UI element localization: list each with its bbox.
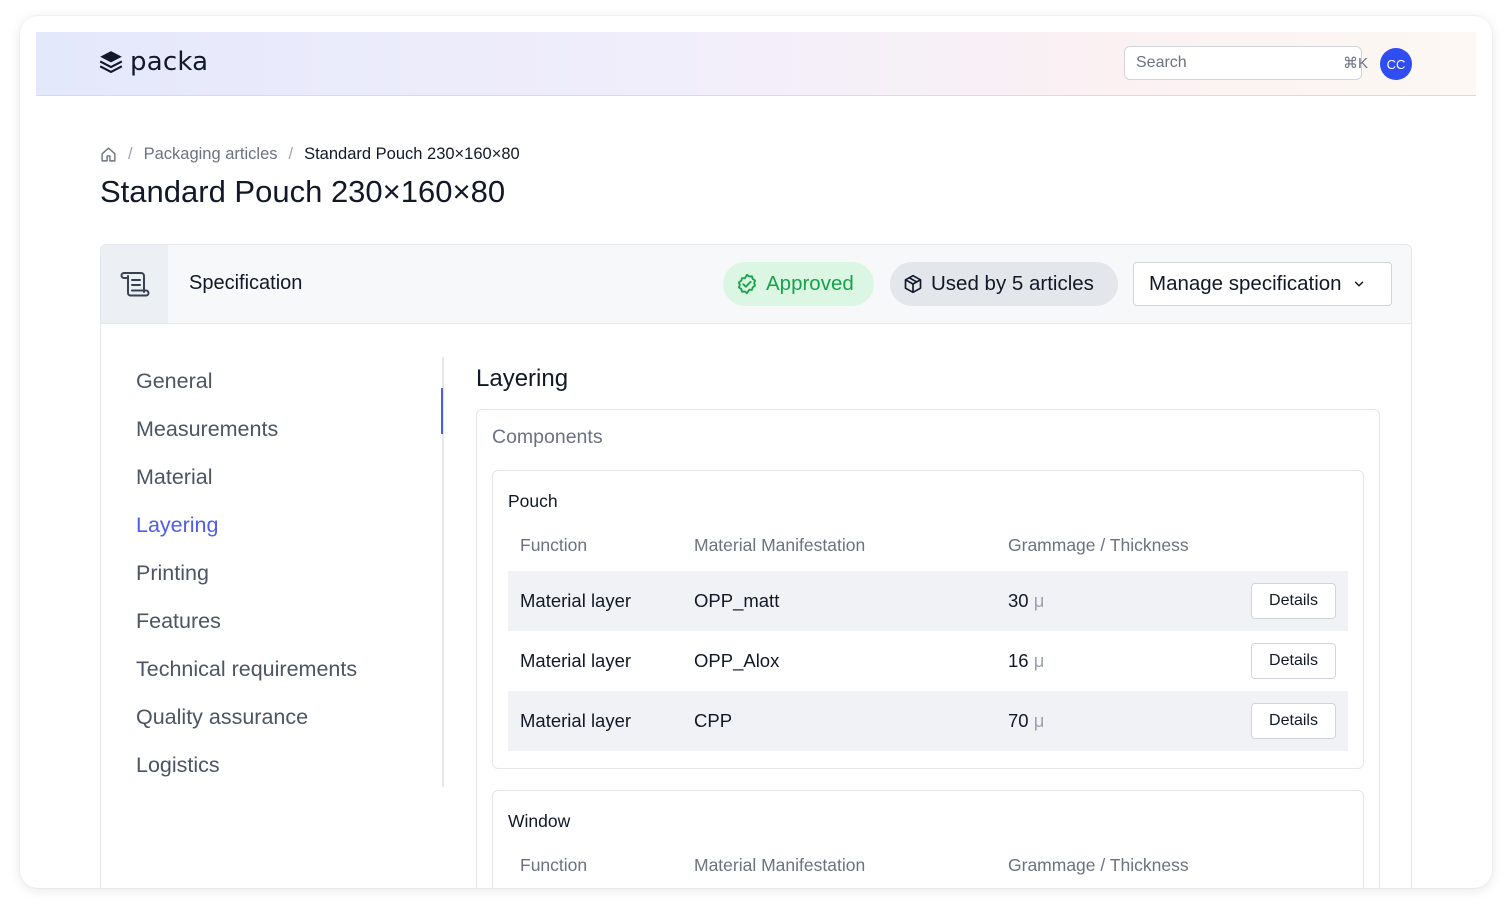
search-box[interactable]: ⌘K: [1124, 46, 1368, 80]
details-button[interactable]: Details: [1251, 583, 1336, 619]
nav-item-measurements[interactable]: Measurements: [136, 417, 278, 465]
cell-function: Material layer: [520, 710, 632, 731]
table-row: Material layer OPP_matt 30 μ Details: [508, 571, 1348, 631]
table-row: Material layer OPP_Alox 16 μ Details: [508, 631, 1348, 691]
app: packa ⌘K CC / Packaging articles / Stand…: [36, 32, 1476, 888]
grammage-unit: μ: [1033, 590, 1045, 611]
grammage-unit: μ: [1033, 710, 1045, 731]
component-group-title: Window: [508, 811, 571, 831]
stack-logo-icon: [99, 51, 123, 74]
usage-badge[interactable]: Used by 5 articles: [890, 262, 1118, 306]
nav-item-material[interactable]: Material: [136, 465, 212, 513]
cell-grammage: 30 μ: [1008, 590, 1044, 612]
breadcrumb-current: Standard Pouch 230×160×80: [304, 145, 520, 163]
usage-label: Used by 5 articles: [931, 272, 1094, 295]
nav-item-layering[interactable]: Layering: [136, 513, 218, 561]
column-header-material: Material Manifestation: [694, 855, 866, 875]
nav-item-logistics[interactable]: Logistics: [136, 753, 220, 801]
specification-title: Specification: [189, 272, 303, 294]
components-label: Components: [492, 426, 603, 448]
nav-item-quality-assurance[interactable]: Quality assurance: [136, 705, 308, 753]
brand-name: packa: [130, 47, 209, 77]
specification-header: Specification Approved Used by 5 article…: [101, 245, 1411, 324]
chevron-down-icon: [1354, 281, 1363, 287]
breadcrumb: / Packaging articles / Standard Pouch 23…: [100, 145, 520, 164]
details-button[interactable]: Details: [1251, 703, 1336, 739]
details-button[interactable]: Details: [1251, 643, 1336, 679]
nav-item-features[interactable]: Features: [136, 609, 221, 657]
status-label: Approved: [766, 272, 854, 295]
nav-item-printing[interactable]: Printing: [136, 561, 209, 609]
window-frame: packa ⌘K CC / Packaging articles / Stand…: [20, 16, 1492, 888]
breadcrumb-link-packaging-articles[interactable]: Packaging articles: [144, 145, 278, 164]
cell-material: OPP_matt: [694, 590, 780, 611]
components-panel: Components Pouch Function Material Manif…: [476, 409, 1380, 888]
search-input[interactable]: [1136, 54, 1343, 72]
grammage-unit: μ: [1033, 650, 1045, 671]
cube-icon: [904, 274, 922, 294]
cell-function: Material layer: [520, 650, 632, 671]
column-header-grammage: Grammage / Thickness: [1008, 855, 1189, 875]
check-badge-icon: [738, 273, 756, 295]
search-shortcut: ⌘K: [1343, 55, 1369, 72]
nav-item-general[interactable]: General: [136, 369, 213, 417]
column-header-function: Function: [520, 855, 588, 875]
nav-item-technical-requirements[interactable]: Technical requirements: [136, 657, 357, 705]
column-header-function: Function: [520, 535, 588, 555]
breadcrumb-separator: /: [288, 145, 294, 163]
grammage-value: 16: [1008, 650, 1029, 671]
home-icon[interactable]: [100, 146, 117, 163]
manage-specification-label: Manage specification: [1149, 272, 1342, 295]
component-group-pouch: Pouch Function Material Manifestation Gr…: [492, 470, 1364, 769]
column-header-material: Material Manifestation: [694, 535, 866, 555]
page-title: Standard Pouch 230×160×80: [100, 174, 506, 209]
section-title: Layering: [476, 365, 569, 392]
cell-function: Material layer: [520, 590, 632, 611]
manage-specification-button[interactable]: Manage specification: [1133, 262, 1392, 306]
logo[interactable]: packa: [98, 47, 208, 77]
active-nav-indicator: [441, 388, 443, 434]
column-header-grammage: Grammage / Thickness: [1008, 535, 1189, 555]
grammage-value: 70: [1008, 710, 1029, 731]
grammage-value: 30: [1008, 590, 1029, 611]
table-row: Material layer CPP 70 μ Details: [508, 691, 1348, 751]
cell-grammage: 16 μ: [1008, 650, 1044, 672]
top-header: packa ⌘K CC: [36, 32, 1476, 96]
avatar[interactable]: CC: [1380, 48, 1412, 80]
breadcrumb-separator: /: [128, 145, 133, 163]
cell-grammage: 70 μ: [1008, 710, 1044, 732]
scroll-icon: [101, 245, 168, 323]
section-nav: General Measurements Material Layering P…: [101, 357, 444, 787]
component-group-window: Window Function Material Manifestation G…: [492, 790, 1364, 888]
specification-card: Specification Approved Used by 5 article…: [100, 244, 1412, 888]
component-group-title: Pouch: [508, 491, 558, 511]
cell-material: OPP_Alox: [694, 650, 780, 671]
cell-material: CPP: [694, 710, 733, 731]
status-badge: Approved: [723, 262, 874, 306]
